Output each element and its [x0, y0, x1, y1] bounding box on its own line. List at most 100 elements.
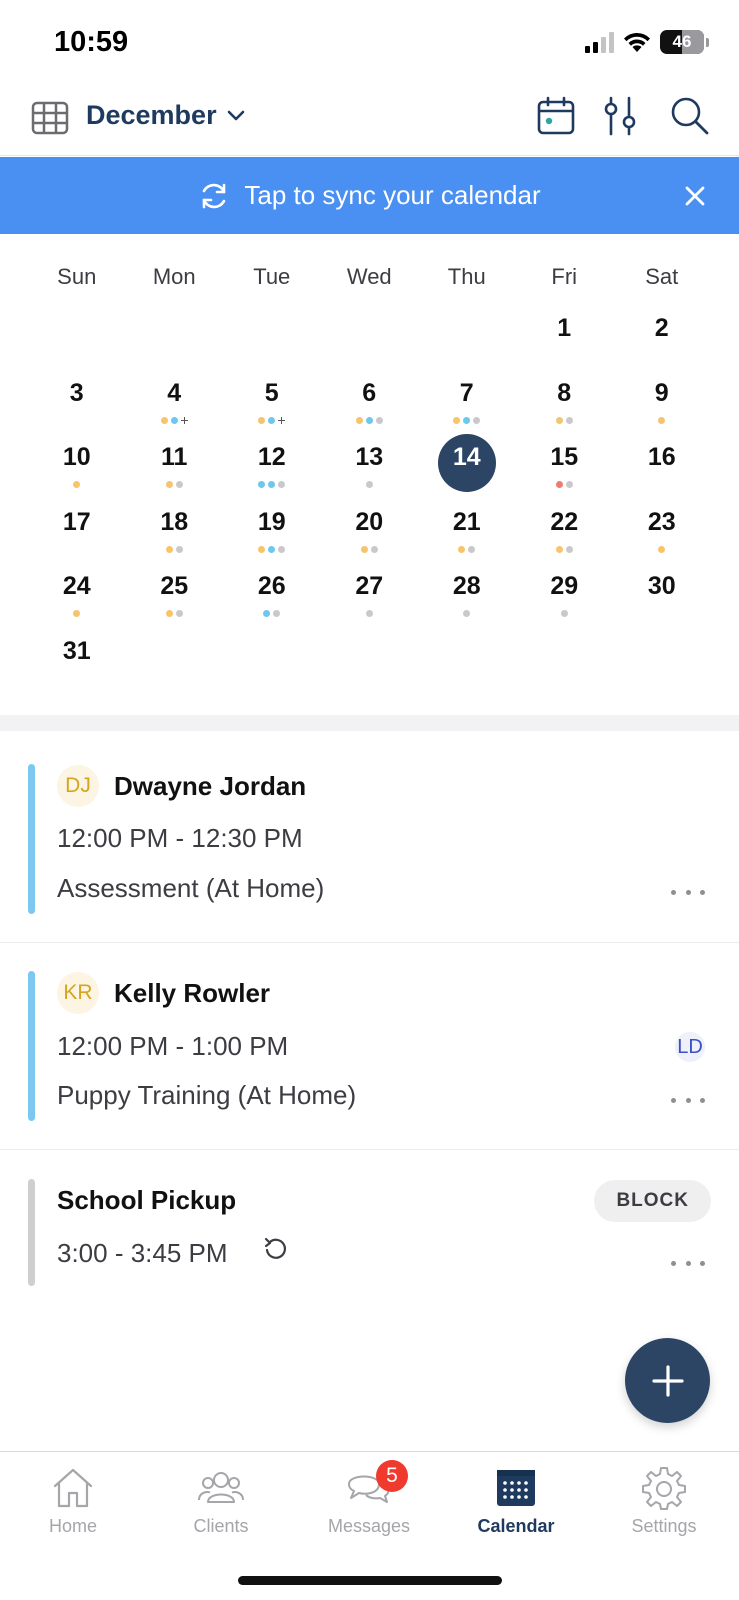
weekday-label: Wed: [346, 264, 392, 289]
home-indicator: [238, 1576, 502, 1585]
block-time-card[interactable]: School Pickup BLOCK 3:00 - 3:45 PM: [0, 1150, 739, 1310]
grid-view-icon[interactable]: [30, 98, 70, 138]
filter-sliders-icon[interactable]: [599, 94, 643, 138]
nav-calendar[interactable]: Calendar: [456, 1464, 576, 1537]
chevron-down-icon: [227, 110, 244, 120]
day-number: 30: [647, 572, 676, 600]
calendar-day[interactable]: 20: [321, 498, 419, 563]
more-options-icon[interactable]: [671, 887, 705, 897]
month-label: December: [86, 100, 217, 130]
event-dot: [165, 545, 173, 553]
nav-settings[interactable]: Settings: [604, 1464, 724, 1537]
add-appointment-button[interactable]: [625, 1338, 710, 1423]
event-dot: [355, 416, 363, 424]
nav-clients[interactable]: Clients: [161, 1464, 281, 1537]
day-number: 14: [452, 443, 481, 471]
battery-icon: 46: [660, 30, 704, 54]
calendar-day[interactable]: 8: [516, 369, 614, 434]
event-dots: [321, 481, 419, 488]
event-dot: [555, 545, 563, 553]
event-dot: [565, 416, 573, 424]
event-dot: [463, 416, 471, 424]
calendar-day[interactable]: 21: [418, 498, 516, 563]
calendar-day[interactable]: 4: [126, 369, 224, 434]
search-icon[interactable]: [668, 94, 712, 138]
sync-icon: [203, 183, 226, 208]
calendar-day[interactable]: 19: [223, 498, 321, 563]
event-dot: [468, 545, 476, 553]
calendar-day[interactable]: 7: [418, 369, 516, 434]
event-dot: [160, 416, 168, 424]
nav-messages[interactable]: 5 Messages: [309, 1460, 429, 1537]
block-time: 3:00 - 3:45 PM: [57, 1238, 228, 1268]
close-icon[interactable]: [681, 182, 709, 210]
status-icons: 46: [585, 30, 709, 54]
calendar-today-icon[interactable]: [534, 94, 578, 138]
empty-day-cell: [321, 304, 419, 369]
event-dots: [613, 416, 711, 424]
nav-messages-label: Messages: [327, 1516, 411, 1536]
calendar-day[interactable]: 31: [28, 627, 126, 692]
day-number: 10: [62, 443, 91, 471]
calendar-day[interactable]: 5: [223, 369, 321, 434]
calendar-day[interactable]: 6: [321, 369, 419, 434]
event-dot: [175, 545, 183, 553]
day-number: 6: [362, 378, 377, 407]
client-name: Kelly Rowler: [114, 978, 271, 1008]
calendar-day[interactable]: 18: [126, 498, 224, 563]
nav-home[interactable]: Home: [13, 1464, 133, 1537]
calendar-day[interactable]: 12: [223, 433, 321, 498]
event-dot: [555, 481, 563, 488]
calendar-day[interactable]: 17: [28, 498, 126, 563]
calendar-day[interactable]: 24: [28, 562, 126, 627]
calendar-day[interactable]: 16: [613, 433, 711, 498]
more-options-icon[interactable]: [671, 1095, 705, 1105]
event-dot: [268, 545, 276, 553]
calendar-day[interactable]: 3: [28, 369, 126, 434]
nav-clients-label: Clients: [193, 1516, 249, 1536]
calendar-day-selected[interactable]: 14: [418, 433, 516, 498]
appointment-time: 12:00 PM - 12:30 PM: [57, 823, 303, 853]
nav-calendar-label: Calendar: [477, 1516, 555, 1536]
calendar-day[interactable]: 10: [28, 433, 126, 498]
calendar-day[interactable]: 23: [613, 498, 711, 563]
month-selector[interactable]: December: [86, 100, 245, 131]
calendar-day[interactable]: 30: [613, 562, 711, 627]
calendar-day[interactable]: 27: [321, 562, 419, 627]
day-number: 28: [452, 572, 481, 600]
gear-icon: [642, 1467, 686, 1510]
event-dot: [175, 610, 183, 617]
appointment-color-bar: [28, 971, 35, 1121]
sync-banner-text: Tap to sync your calendar: [244, 180, 541, 210]
calendar-day[interactable]: 11: [126, 433, 224, 498]
event-dots: [223, 545, 321, 553]
day-number: 17: [62, 507, 91, 536]
cellular-signal-icon: [585, 31, 614, 53]
event-dots: [321, 545, 419, 553]
event-dots: [516, 481, 614, 488]
calendar-day[interactable]: 22: [516, 498, 614, 563]
calendar-day[interactable]: 28: [418, 562, 516, 627]
appointment-color-bar: [28, 1179, 35, 1286]
calendar-day[interactable]: 15: [516, 433, 614, 498]
calendar-day[interactable]: 9: [613, 369, 711, 434]
appointment-card[interactable]: KR Kelly Rowler 12:00 PM - 1:00 PM LD Pu…: [0, 943, 739, 1150]
nav-home-label: Home: [48, 1516, 97, 1536]
more-options-icon[interactable]: [671, 1258, 705, 1268]
appointment-card[interactable]: DJ Dwayne Jordan 12:00 PM - 12:30 PM Ass…: [0, 731, 739, 943]
calendar-day[interactable]: 2: [613, 304, 711, 369]
event-dot: [658, 545, 666, 553]
calendar-day[interactable]: 13: [321, 433, 419, 498]
calendar-day[interactable]: 25: [126, 562, 224, 627]
day-number: 2: [654, 314, 669, 342]
event-dot: [555, 416, 563, 424]
calendar-day[interactable]: 1: [516, 304, 614, 369]
calendar-header: December: [0, 88, 739, 156]
calendar-day[interactable]: 29: [516, 562, 614, 627]
appointment-service: Puppy Training (At Home): [57, 1080, 357, 1110]
repeat-icon: [264, 1237, 286, 1259]
calendar-day[interactable]: 26: [223, 562, 321, 627]
event-dot: [165, 610, 173, 617]
day-number: 31: [62, 636, 91, 665]
sync-calendar-banner[interactable]: Tap to sync your calendar: [0, 157, 739, 234]
